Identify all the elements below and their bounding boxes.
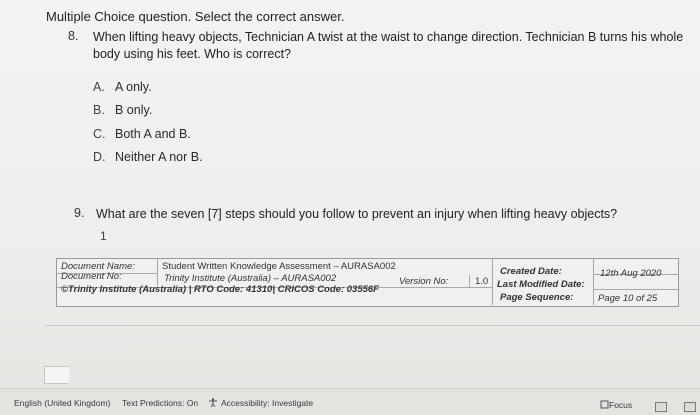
created-date-label: Created Date:: [500, 266, 562, 277]
option-d[interactable]: D. Neither A nor B.: [93, 150, 203, 164]
question-9-number: 9.: [74, 206, 85, 220]
document-footer-table: Document Name: Student Written Knowledge…: [56, 258, 679, 307]
option-d-text: Neither A nor B.: [115, 150, 203, 164]
document-page: Multiple Choice question. Select the cor…: [0, 0, 700, 388]
question-instruction: Multiple Choice question. Select the cor…: [46, 9, 345, 24]
doc-no-value: Trinity Institute (Australia) – AURASA00…: [164, 273, 337, 284]
option-c[interactable]: C. Both A and B.: [93, 127, 191, 141]
status-bar: English (United Kingdom) Text Prediction…: [0, 388, 700, 415]
created-date-value: 12th Aug 2020: [600, 268, 662, 279]
question-9-answer-input[interactable]: 1: [100, 229, 107, 243]
page-sequence-label: Page Sequence:: [500, 292, 574, 303]
text-predictions-status[interactable]: Text Predictions: On: [122, 398, 198, 408]
option-b-text: B only.: [115, 103, 153, 117]
last-modified-label: Last Modified Date:: [497, 279, 585, 290]
copyright-line: ©Trinity Institute (Australia) | RTO Cod…: [61, 284, 379, 295]
doc-name-value: Student Written Knowledge Assessment – A…: [162, 261, 396, 272]
doc-no-label: Document No:: [61, 271, 122, 282]
question-8-text-line1: When lifting heavy objects, Technician A…: [93, 30, 684, 44]
page-divider: [45, 325, 700, 326]
focus-label: Focus: [609, 400, 633, 410]
option-a-letter: A.: [93, 80, 105, 94]
question-9-text: What are the seven [7] steps should you …: [96, 207, 618, 221]
option-c-text: Both A and B.: [115, 127, 191, 141]
accessibility-icon: [209, 398, 217, 407]
option-b-letter: B.: [93, 103, 105, 117]
question-8-number: 8.: [68, 29, 79, 43]
web-layout-view-icon[interactable]: [684, 402, 696, 412]
option-d-letter: D.: [93, 150, 106, 164]
focus-icon: [600, 400, 609, 409]
version-label: Version No:: [399, 276, 449, 287]
option-b[interactable]: B. B only.: [93, 103, 152, 117]
option-a[interactable]: A. A only.: [93, 80, 152, 94]
focus-button[interactable]: Focus: [600, 400, 632, 410]
option-a-text: A only.: [115, 80, 152, 94]
option-c-letter: C.: [93, 127, 106, 141]
accessibility-status[interactable]: Accessibility: Investigate: [208, 398, 313, 408]
language-status[interactable]: English (United Kingdom): [14, 398, 110, 408]
page-sequence-value: Page 10 of 25: [598, 293, 658, 304]
print-layout-view-icon[interactable]: [655, 402, 667, 412]
question-8-text-line2: body using his feet. Who is correct?: [93, 47, 292, 61]
version-value: 1.0: [475, 276, 489, 287]
edit-area-corner: [44, 366, 69, 384]
accessibility-label: Accessibility: Investigate: [221, 398, 314, 408]
